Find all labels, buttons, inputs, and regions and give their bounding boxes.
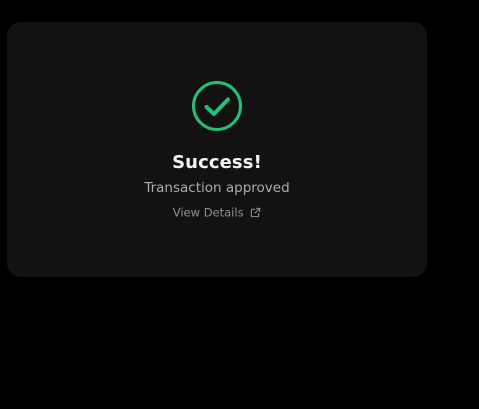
view-details-link[interactable]: View Details: [7, 205, 427, 220]
external-link-icon: [251, 207, 261, 218]
success-title: Success!: [172, 152, 262, 173]
success-card: Success! Transaction approved View Detai…: [7, 22, 427, 277]
check-circle-icon: [192, 81, 242, 131]
view-details-label: View Details: [172, 205, 244, 220]
success-subtitle: Transaction approved: [144, 180, 290, 196]
